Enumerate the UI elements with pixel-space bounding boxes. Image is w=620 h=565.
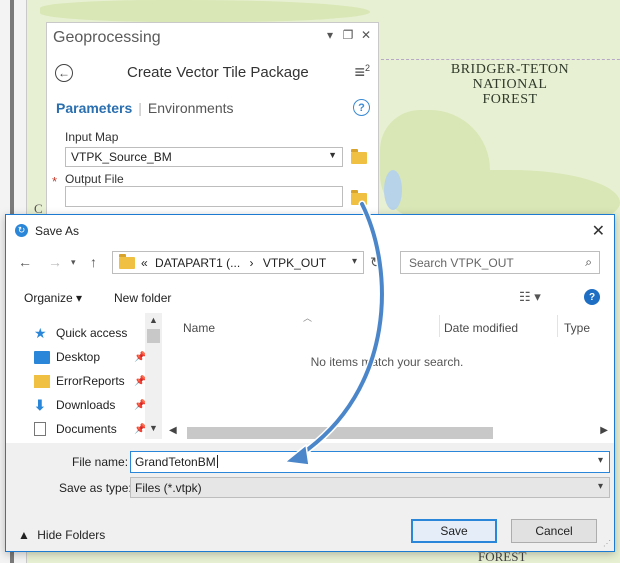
- chevron-down-icon[interactable]: ▾: [352, 256, 357, 267]
- dialog-titlebar: ↻ Save As ✕: [6, 215, 614, 246]
- save-as-dialog: ↻ Save As ✕ ← → ▾ ↑ « DATAPART1 (... › V…: [5, 214, 615, 552]
- back-icon[interactable]: ←: [18, 254, 32, 270]
- resize-grip-icon[interactable]: ⋰: [603, 539, 611, 548]
- search-placeholder: Search VTPK_OUT: [409, 256, 514, 270]
- breadcrumb-separator: ›: [249, 256, 254, 270]
- tool-title: Create Vector Tile Package: [127, 64, 309, 81]
- required-marker: *: [52, 174, 58, 189]
- browse-folder-icon[interactable]: [351, 190, 367, 205]
- nav-scrollbar[interactable]: ▲ ▼: [145, 313, 162, 439]
- hide-folders-button[interactable]: ▲ Hide Folders: [18, 528, 105, 542]
- folder-icon: [34, 374, 50, 388]
- breadcrumb-datapart1[interactable]: DATAPART1 (...: [155, 256, 240, 270]
- nav-item-errorreports[interactable]: ErrorReports 📌: [34, 374, 146, 388]
- close-icon[interactable]: ✕: [360, 28, 372, 42]
- nav-item-documents[interactable]: Documents 📌: [34, 422, 146, 436]
- help-icon[interactable]: ?: [353, 99, 370, 116]
- nav-item-downloads[interactable]: ⬇ Downloads 📌: [34, 396, 146, 413]
- new-folder-button[interactable]: New folder: [114, 291, 171, 305]
- recent-chevron-icon[interactable]: ▾: [71, 257, 76, 268]
- chevron-down-icon: ▼: [328, 150, 337, 160]
- close-icon[interactable]: ✕: [592, 221, 605, 241]
- save-button[interactable]: Save: [411, 519, 497, 543]
- scroll-right-icon[interactable]: ▶: [600, 425, 608, 436]
- help-icon[interactable]: ?: [584, 289, 600, 305]
- refresh-icon[interactable]: ↻: [370, 254, 382, 271]
- column-type[interactable]: Type: [564, 321, 590, 335]
- gp-tabs: Parameters | Environments: [56, 100, 234, 116]
- file-list[interactable]: ︿ Name Date modified Type No items match…: [163, 313, 611, 439]
- tab-parameters[interactable]: Parameters: [56, 100, 132, 116]
- save-as-type-select[interactable]: Files (*.vtpk) ▾: [130, 477, 610, 498]
- tab-separator: |: [138, 100, 142, 116]
- dialog-toolbar: Organize ▾ New folder ☷ ▾ ?: [6, 283, 614, 309]
- column-name[interactable]: Name: [183, 321, 215, 335]
- view-options-icon[interactable]: ☷ ▾: [519, 289, 541, 305]
- column-date-modified[interactable]: Date modified: [444, 321, 518, 335]
- geoprocessing-pane: Geoprocessing ▾ ❐ ✕ ← Create Vector Tile…: [46, 22, 379, 217]
- map-lake: [384, 170, 402, 210]
- forward-icon[interactable]: →: [48, 254, 62, 270]
- cancel-button[interactable]: Cancel: [511, 519, 597, 543]
- forest-label: BRIDGER-TETON NATIONAL FOREST: [450, 62, 570, 107]
- app-icon: ↻: [15, 224, 28, 237]
- input-map-label: Input Map: [65, 130, 119, 144]
- up-icon[interactable]: ↑: [90, 254, 97, 270]
- scroll-thumb[interactable]: [147, 329, 160, 343]
- horizontal-scrollbar[interactable]: ◀ ▶: [163, 424, 610, 440]
- nav-item-desktop[interactable]: Desktop 📌: [34, 350, 146, 364]
- folder-icon: [119, 254, 135, 269]
- scroll-up-icon[interactable]: ▲: [149, 315, 158, 325]
- pane-title: Geoprocessing: [53, 29, 161, 46]
- tab-environments[interactable]: Environments: [148, 100, 234, 116]
- browse-folder-icon[interactable]: [351, 149, 367, 164]
- scroll-left-icon[interactable]: ◀: [169, 425, 177, 436]
- menu-button[interactable]: ≡2: [354, 62, 370, 83]
- address-overflow[interactable]: «: [141, 256, 148, 270]
- output-file-input[interactable]: [65, 186, 343, 207]
- back-arrow-icon: ←: [58, 66, 70, 80]
- empty-message: No items match your search.: [310, 355, 464, 369]
- input-map-value: VTPK_Source_BM: [71, 150, 172, 164]
- organize-button[interactable]: Organize ▾: [24, 291, 82, 305]
- chevron-down-icon: ▾: [597, 481, 603, 492]
- chevron-down-icon[interactable]: ▾: [598, 455, 603, 466]
- navigation-bar: ← → ▾ ↑ « DATAPART1 (... › VTPK_OUT ▾ ↻ …: [6, 248, 614, 278]
- scroll-thumb[interactable]: [187, 427, 493, 439]
- breadcrumb-vtpk-out[interactable]: VTPK_OUT: [263, 256, 326, 270]
- dropdown-icon[interactable]: ▾: [324, 28, 336, 42]
- hamburger-icon: ≡: [354, 62, 365, 82]
- documents-icon: [34, 422, 46, 436]
- input-map-select[interactable]: VTPK_Source_BM ▼: [65, 147, 343, 167]
- column-divider[interactable]: [557, 315, 558, 337]
- nav-item-quick-access[interactable]: ★ Quick access: [34, 324, 127, 341]
- dialog-footer: File name: GrandTetonBM ▾ Save as type: …: [6, 443, 614, 551]
- output-file-label: Output File: [65, 172, 124, 186]
- chevron-up-icon: ▲: [18, 528, 30, 542]
- sort-caret-icon: ︿: [303, 313, 313, 323]
- save-as-type-label: Save as type:: [59, 481, 132, 495]
- pane-controls: ▾ ❐ ✕: [324, 28, 372, 42]
- navigation-pane: ★ Quick access Desktop 📌 ErrorReports 📌 …: [24, 313, 160, 440]
- column-divider[interactable]: [439, 315, 440, 337]
- desktop-icon: [34, 350, 50, 364]
- scroll-down-icon[interactable]: ▼: [149, 423, 158, 433]
- menu-badge: 2: [364, 63, 370, 73]
- download-icon: ⬇: [34, 396, 46, 413]
- search-input[interactable]: Search VTPK_OUT ⌕: [400, 251, 600, 274]
- file-name-label: File name:: [72, 455, 129, 469]
- back-button[interactable]: ←: [55, 64, 73, 82]
- file-name-input[interactable]: GrandTetonBM ▾: [130, 451, 610, 473]
- address-bar[interactable]: « DATAPART1 (... › VTPK_OUT ▾: [112, 251, 364, 274]
- star-icon: ★: [34, 324, 47, 341]
- search-icon: ⌕: [585, 255, 592, 269]
- dialog-title: Save As: [35, 224, 80, 238]
- maximize-icon[interactable]: ❐: [342, 28, 354, 42]
